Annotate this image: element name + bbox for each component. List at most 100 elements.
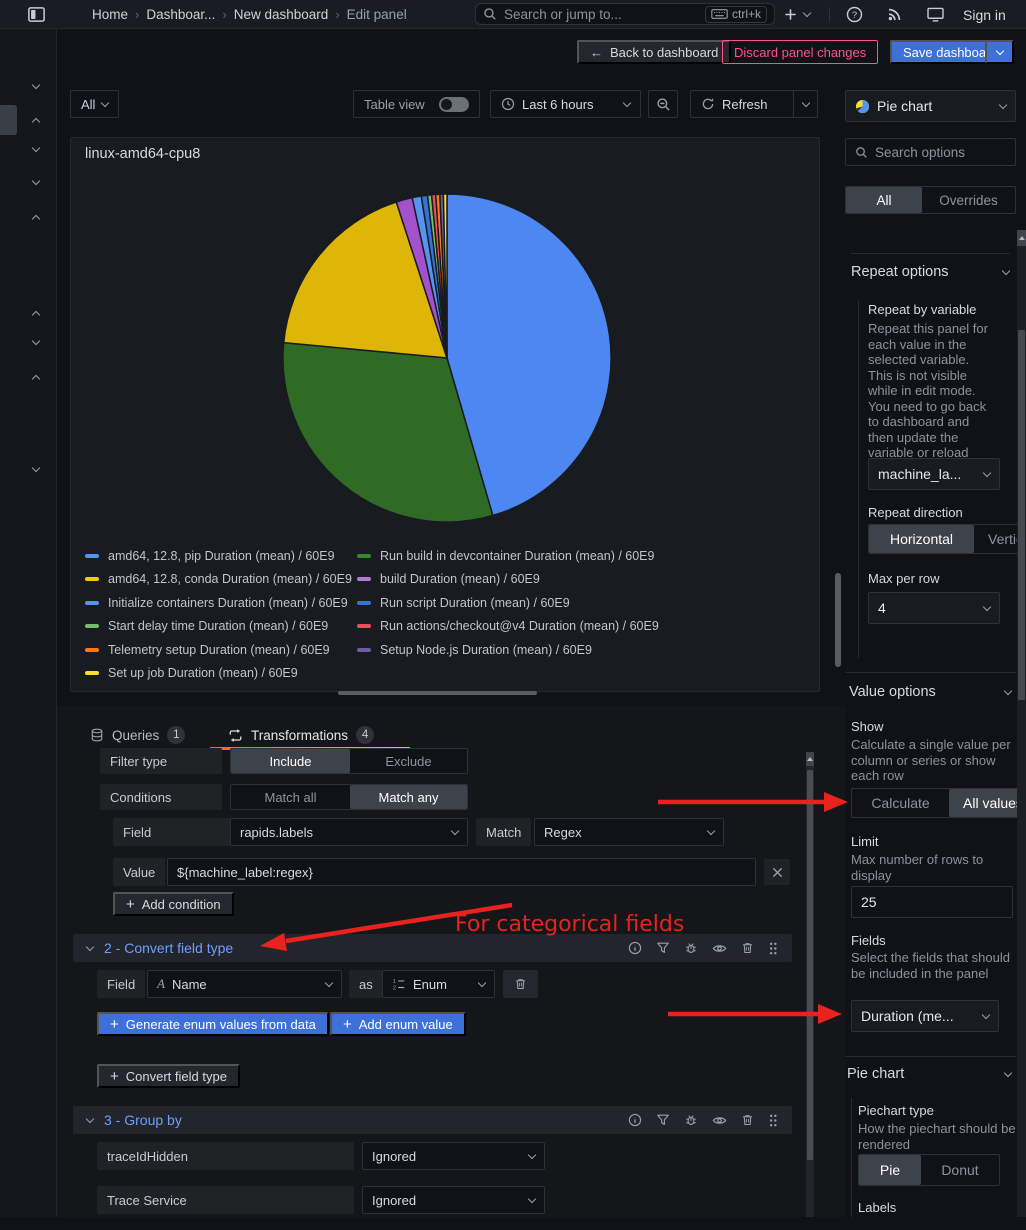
nav-chevron-down-icon[interactable] <box>32 337 40 345</box>
legend-item[interactable]: build Duration (mean) / 60E9 <box>357 568 659 592</box>
legend-item[interactable]: Initialize containers Duration (mean) / … <box>85 591 357 615</box>
max-per-row-select[interactable]: 4 <box>868 592 1000 624</box>
scroll-up-button[interactable] <box>806 752 814 766</box>
legend-item[interactable]: Start delay time Duration (mean) / 60E9 <box>85 615 357 639</box>
scrollbar-thumb[interactable] <box>807 770 813 1160</box>
refresh-interval-dropdown[interactable] <box>793 90 818 118</box>
debug-icon[interactable] <box>684 1113 698 1127</box>
legend-item[interactable]: amd64, 12.8, pip Duration (mean) / 60E9 <box>85 544 357 568</box>
repeat-direction-group[interactable]: Horizontal Vertical <box>868 524 1026 554</box>
breadcrumb-item[interactable]: New dashboard <box>234 7 329 22</box>
drag-handle-icon[interactable] <box>768 941 778 956</box>
match-all-option[interactable]: Match all <box>231 785 350 809</box>
legend-item[interactable]: amd64, 12.8, conda Duration (mean) / 60E… <box>85 568 357 592</box>
show-mode-group[interactable]: Calculate All values <box>851 788 1026 818</box>
legend-item[interactable]: Telemetry setup Duration (mean) / 60E9 <box>85 638 357 662</box>
back-to-dashboard-button[interactable]: ← Back to dashboard <box>577 40 731 64</box>
news-rss-icon[interactable] <box>887 6 903 22</box>
scope-variable-dropdown[interactable]: All <box>70 90 119 118</box>
breadcrumb-item[interactable]: Home <box>92 7 128 22</box>
table-view-toggle[interactable]: Table view <box>353 90 480 118</box>
add-convert-field-type-button[interactable]: + Convert field type <box>97 1064 240 1088</box>
repeat-options-header[interactable]: Repeat options <box>851 264 1009 280</box>
breadcrumb-item[interactable]: Edit panel <box>347 7 407 22</box>
drag-handle-icon[interactable] <box>768 1113 778 1128</box>
search-options-input[interactable]: Search options <box>845 138 1016 166</box>
include-option[interactable]: Include <box>231 749 350 773</box>
info-icon[interactable] <box>628 1113 642 1127</box>
trash-icon[interactable] <box>741 1113 754 1127</box>
edit-pane-scrollbar[interactable] <box>835 573 841 667</box>
limit-input[interactable]: 25 <box>851 886 1013 918</box>
legend-item[interactable]: Set up job Duration (mean) / 60E9 <box>85 662 357 686</box>
add-enum-value-button[interactable]: + Add enum value <box>330 1012 466 1036</box>
match-any-option[interactable]: Match any <box>350 785 467 809</box>
scroll-up-button[interactable] <box>1017 230 1026 246</box>
monitor-icon[interactable] <box>927 7 944 22</box>
transformation-group-by-header[interactable]: 3 - Group by <box>73 1106 792 1134</box>
convert-field-select[interactable]: A Name <box>147 970 342 998</box>
add-condition-button[interactable]: + Add condition <box>113 892 234 916</box>
all-values-option[interactable]: All values <box>949 789 1025 817</box>
donut-option[interactable]: Donut <box>921 1155 999 1185</box>
search-bar[interactable]: Search or jump to... ctrl+k <box>475 3 775 25</box>
breadcrumb-item[interactable]: Dashboar... <box>146 7 215 22</box>
calculate-option[interactable]: Calculate <box>852 789 949 817</box>
options-scrollbar[interactable] <box>1017 230 1026 1217</box>
nav-chevron-down-icon[interactable] <box>32 144 40 152</box>
transformations-scrollbar[interactable] <box>806 752 814 1217</box>
transformation-title[interactable]: 2 - Convert field type <box>104 940 233 956</box>
remove-condition-button[interactable] <box>764 859 790 885</box>
match-select[interactable]: Regex <box>534 818 724 846</box>
sidebar-toggle-icon[interactable] <box>27 5 46 24</box>
filter-icon[interactable] <box>656 1113 670 1127</box>
tab-transformations[interactable]: Transformations 4 <box>228 722 374 748</box>
legend-item[interactable]: Setup Node.js Duration (mean) / 60E9 <box>357 638 659 662</box>
filter-type-group[interactable]: Include Exclude <box>230 748 468 774</box>
pie-chart-options-header[interactable]: Pie chart <box>847 1066 1011 1082</box>
filter-icon[interactable] <box>656 941 670 955</box>
debug-icon[interactable] <box>684 941 698 955</box>
options-scope-tabs[interactable]: All Overrides <box>845 186 1016 214</box>
convert-type-select[interactable]: 12 Enum <box>382 970 495 998</box>
help-icon[interactable]: ? <box>846 6 863 23</box>
group-by-mode-select[interactable]: Ignored <box>362 1186 545 1214</box>
conditions-group[interactable]: Match all Match any <box>230 784 468 810</box>
fields-select[interactable]: Duration (me... <box>851 1000 999 1032</box>
legend-item[interactable]: Run actions/checkout@v4 Duration (mean) … <box>357 615 659 639</box>
zoom-out-time-button[interactable] <box>648 90 678 118</box>
trash-icon[interactable] <box>741 941 754 955</box>
exclude-option[interactable]: Exclude <box>350 749 467 773</box>
discard-panel-changes-button[interactable]: Discard panel changes <box>722 40 878 64</box>
nav-chevron-down-icon[interactable] <box>32 177 40 185</box>
group-by-mode-select[interactable]: Ignored <box>362 1142 545 1170</box>
delete-conversion-button[interactable] <box>503 970 538 998</box>
transformation-title[interactable]: 3 - Group by <box>104 1112 182 1128</box>
value-input[interactable]: ${machine_label:regex} <box>167 858 756 886</box>
info-icon[interactable] <box>628 941 642 955</box>
eye-icon[interactable] <box>712 941 727 956</box>
visualization-picker[interactable]: Pie chart <box>845 90 1016 122</box>
field-select[interactable]: rapids.labels <box>230 818 468 846</box>
nav-chevron-up-icon[interactable] <box>32 311 40 319</box>
time-range-picker[interactable]: Last 6 hours <box>490 90 641 118</box>
horizontal-option[interactable]: Horizontal <box>869 525 974 553</box>
tab-queries[interactable]: Queries 1 <box>90 722 185 748</box>
legend-item[interactable]: Run script Duration (mean) / 60E9 <box>357 591 659 615</box>
nav-chevron-up-icon[interactable] <box>32 375 40 383</box>
value-options-header[interactable]: Value options <box>849 684 1011 700</box>
generate-enum-values-button[interactable]: + Generate enum values from data <box>97 1012 329 1036</box>
pie-option[interactable]: Pie <box>859 1155 921 1185</box>
piechart-type-group[interactable]: Pie Donut <box>858 1154 1000 1186</box>
transformation-convert-field-type-header[interactable]: 2 - Convert field type <box>73 934 792 962</box>
eye-icon[interactable] <box>712 1113 727 1128</box>
table-view-switch[interactable] <box>439 97 469 112</box>
tab-overrides[interactable]: Overrides <box>922 187 1015 213</box>
horizontal-scrollbar[interactable] <box>338 691 537 695</box>
nav-chevron-down-icon[interactable] <box>32 464 40 472</box>
scrollbar-thumb[interactable] <box>1018 330 1025 700</box>
nav-chevron-up-icon[interactable] <box>32 215 40 223</box>
repeat-variable-select[interactable]: machine_la... <box>868 458 1000 490</box>
sign-in-link[interactable]: Sign in <box>963 0 1006 29</box>
nav-chevron-up-icon[interactable] <box>32 118 40 126</box>
